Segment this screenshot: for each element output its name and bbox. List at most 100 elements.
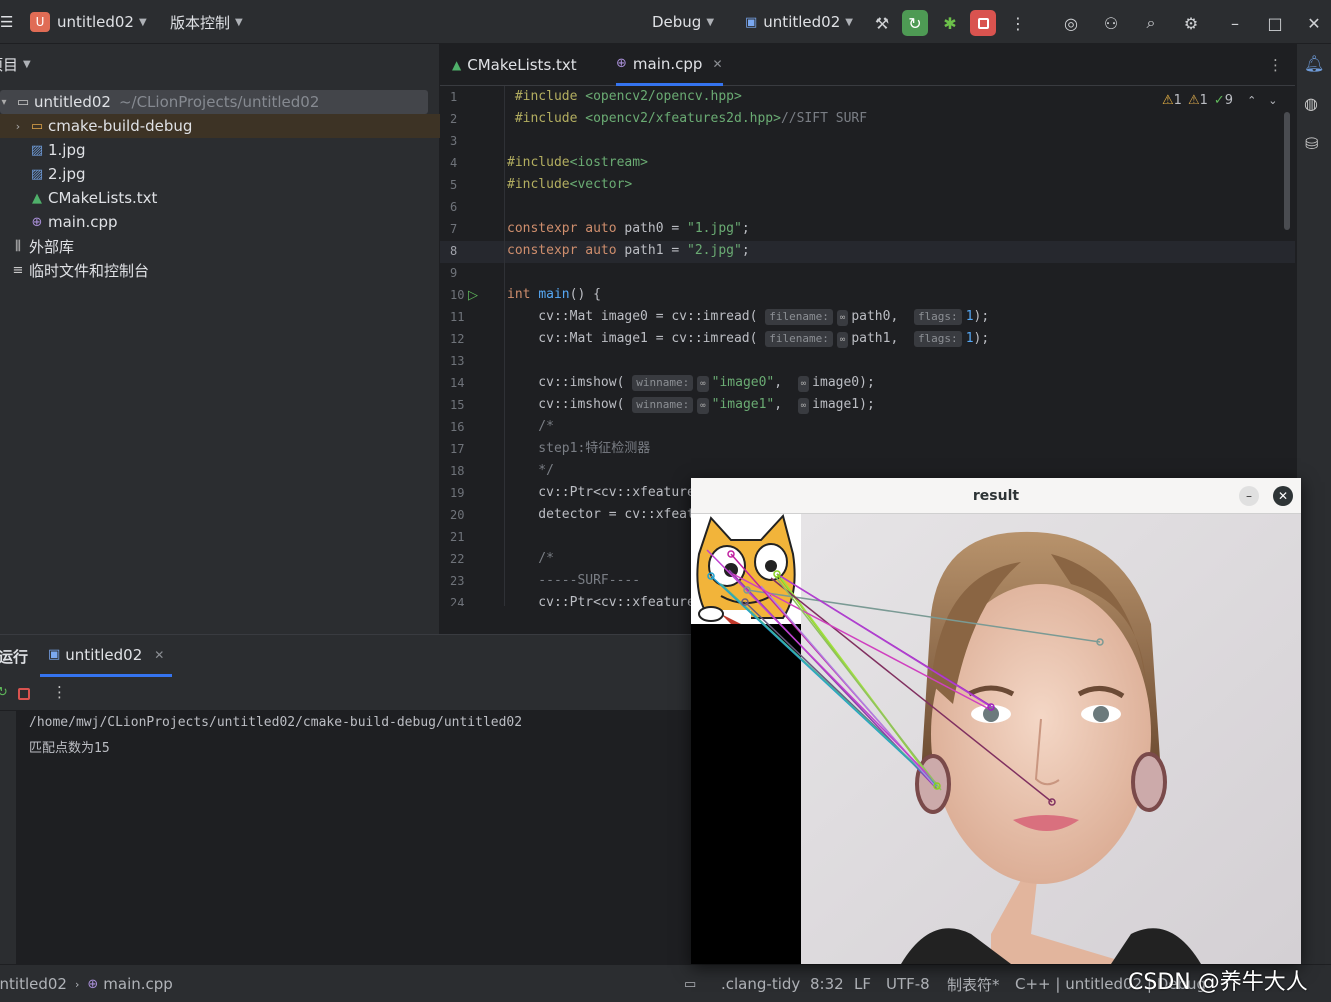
- chevron-down-icon: ▼: [23, 58, 31, 70]
- build-config-select[interactable]: Debug ▼: [652, 0, 714, 44]
- database-icon[interactable]: ⛁: [1305, 134, 1318, 153]
- console-output-line: /home/mwj/CLionProjects/untitled02/cmake…: [29, 715, 523, 730]
- editor-scrollbar[interactable]: [1284, 112, 1290, 230]
- more-vertical-icon[interactable]: ⋮: [1268, 44, 1283, 86]
- run-tab[interactable]: ▣ untitled02 ✕: [40, 635, 173, 677]
- tree-item-cmakelists[interactable]: ▲ CMakeLists.txt: [0, 186, 440, 210]
- link-icon: ∞: [836, 310, 849, 326]
- link-icon: ∞: [697, 376, 709, 392]
- stop-icon[interactable]: [18, 688, 30, 700]
- tree-item-root[interactable]: ▾ ▭ untitled02 ~/CLionProjects/untitled0…: [0, 90, 428, 114]
- close-icon[interactable]: ✕: [1273, 486, 1293, 506]
- chevron-down-icon: ▼: [138, 16, 147, 28]
- breadcrumb: untitled02 › ⊕ main.cpp: [0, 965, 173, 1002]
- cpp-file-icon: ⊕: [616, 56, 627, 71]
- tree-item-cmake-build-debug[interactable]: › ▭ cmake-build-debug: [0, 114, 440, 138]
- result-window[interactable]: result – ✕: [691, 478, 1301, 964]
- warning-icon: ⚠: [1162, 92, 1174, 108]
- breadcrumb-item[interactable]: untitled02: [0, 975, 67, 993]
- project-name: untitled02: [57, 13, 134, 31]
- line-number: 17: [450, 442, 465, 456]
- ai-assistant-icon[interactable]: ◎: [1058, 10, 1084, 36]
- debug-bug-icon[interactable]: ✱: [937, 10, 963, 36]
- vcs-menu[interactable]: 版本控制 ▼: [170, 0, 243, 44]
- image-file-icon: ▨: [30, 142, 44, 158]
- inspection-widget[interactable]: ⚠ 1 ⚠ 1 ✓ 9 ⌃ ⌄: [1162, 90, 1278, 110]
- close-icon[interactable]: ✕: [1301, 10, 1327, 36]
- result-window-titlebar[interactable]: result: [691, 478, 1301, 514]
- window-title: result: [972, 487, 1020, 504]
- tree-item-scratches[interactable]: ≡ 临时文件和控制台: [0, 258, 440, 282]
- clang-tidy-widget[interactable]: .clang-tidy: [721, 965, 800, 1002]
- csdn-watermark: CSDN @养牛大人: [1128, 970, 1308, 995]
- line-separator[interactable]: LF: [854, 965, 871, 1002]
- tab-label: CMakeLists.txt: [467, 56, 577, 74]
- chevron-down-icon[interactable]: ⌄: [1268, 94, 1277, 107]
- code-line: cv::imshow( winname: ∞ "image1", ∞ image1);: [507, 397, 875, 414]
- param-hint: flags:: [913, 331, 962, 347]
- tab-main-cpp[interactable]: ⊕ main.cpp ✕: [616, 44, 723, 86]
- minimize-icon[interactable]: –: [1222, 10, 1248, 36]
- search-icon[interactable]: ⌕: [1138, 10, 1164, 36]
- tree-item-label: main.cpp: [48, 213, 118, 231]
- link-icon: ∞: [797, 398, 810, 414]
- library-icon: ⫼: [15, 238, 21, 254]
- indent-setting[interactable]: 制表符*: [947, 965, 1000, 1002]
- main-toolbar: ☰ U untitled02 ▼ 版本控制 ▼ Debug ▼ ▣ untitl…: [0, 0, 1331, 44]
- more-vertical-icon[interactable]: ⋮: [52, 683, 67, 701]
- weak-warning-count: 1: [1199, 92, 1208, 108]
- line-number: 13: [450, 354, 465, 368]
- image-file-icon: ▨: [30, 166, 44, 182]
- menu-icon[interactable]: ☰: [0, 0, 13, 44]
- vcs-label: 版本控制: [170, 13, 231, 32]
- code-line: cv::Mat image0 = cv::imread( filename: ∞ p…: [507, 309, 990, 326]
- rerun-icon[interactable]: ↻: [0, 685, 8, 700]
- caret-position[interactable]: 8:32: [810, 965, 844, 1002]
- close-tab-icon[interactable]: ✕: [154, 648, 164, 662]
- line-number: 3: [450, 134, 458, 148]
- notifications-bell-icon[interactable]: 🔔︎: [1304, 54, 1324, 73]
- line-number: 6: [450, 200, 458, 214]
- tree-item-1jpg[interactable]: ▨ 1.jpg: [0, 138, 440, 162]
- code-line: cv::Mat image1 = cv::imread( filename: ∞ p…: [507, 331, 990, 348]
- settings-gear-icon[interactable]: ⚙: [1178, 10, 1204, 36]
- code-line: step1:特征检测器: [507, 441, 651, 456]
- rerun-icon[interactable]: ↻: [902, 10, 928, 36]
- line-number: 4: [450, 156, 458, 170]
- code-line: #include<iostream>: [507, 155, 648, 170]
- stop-icon[interactable]: [970, 10, 996, 36]
- tree-item-main-cpp[interactable]: ⊕ main.cpp: [0, 210, 440, 234]
- line-number: 18: [450, 464, 465, 478]
- tab-cmakelists[interactable]: ▲ CMakeLists.txt: [452, 44, 577, 86]
- project-switcher[interactable]: U untitled02 ▼: [30, 0, 147, 44]
- build-hammer-icon[interactable]: ⚒: [869, 10, 895, 36]
- run-gutter-icon[interactable]: ▷: [468, 285, 478, 307]
- more-vertical-icon[interactable]: ⋮: [1005, 10, 1031, 36]
- tree-item-2jpg[interactable]: ▨ 2.jpg: [0, 162, 440, 186]
- maximize-icon[interactable]: □: [1262, 10, 1288, 36]
- ai-chat-icon[interactable]: ◍: [1304, 94, 1318, 113]
- line-number: 8: [450, 244, 458, 258]
- project-panel: 项目 ▼ ▾ ▭ untitled02 ~/CLionProjects/unti…: [0, 44, 440, 634]
- chevron-down-icon: ▾: [1, 96, 7, 108]
- chevron-right-icon: ›: [74, 977, 80, 991]
- project-panel-title: 项目: [0, 55, 19, 74]
- file-encoding[interactable]: UTF-8: [886, 965, 930, 1002]
- breadcrumb-item[interactable]: main.cpp: [103, 975, 173, 993]
- project-panel-header[interactable]: 项目 ▼: [0, 44, 31, 84]
- line-number: 7: [450, 222, 458, 236]
- close-tab-icon[interactable]: ✕: [712, 57, 722, 71]
- weak-warning-icon: ⚠: [1187, 92, 1200, 108]
- param-hint: winname:: [632, 375, 694, 391]
- run-target-select[interactable]: ▣ untitled02 ▼: [745, 0, 853, 44]
- minimize-icon[interactable]: –: [1239, 486, 1259, 506]
- target-icon: ▣: [745, 14, 758, 30]
- add-user-icon[interactable]: ⚇: [1098, 10, 1124, 36]
- cpp-file-icon: ⊕: [87, 976, 99, 992]
- line-number: 22: [450, 552, 465, 566]
- line-number: 23: [450, 574, 465, 588]
- chevron-up-icon[interactable]: ⌃: [1247, 94, 1256, 107]
- run-panel-title: 运行: [0, 647, 29, 666]
- tree-item-label: 临时文件和控制台: [29, 261, 150, 280]
- tree-item-external-libs[interactable]: ⫼ 外部库: [0, 234, 440, 258]
